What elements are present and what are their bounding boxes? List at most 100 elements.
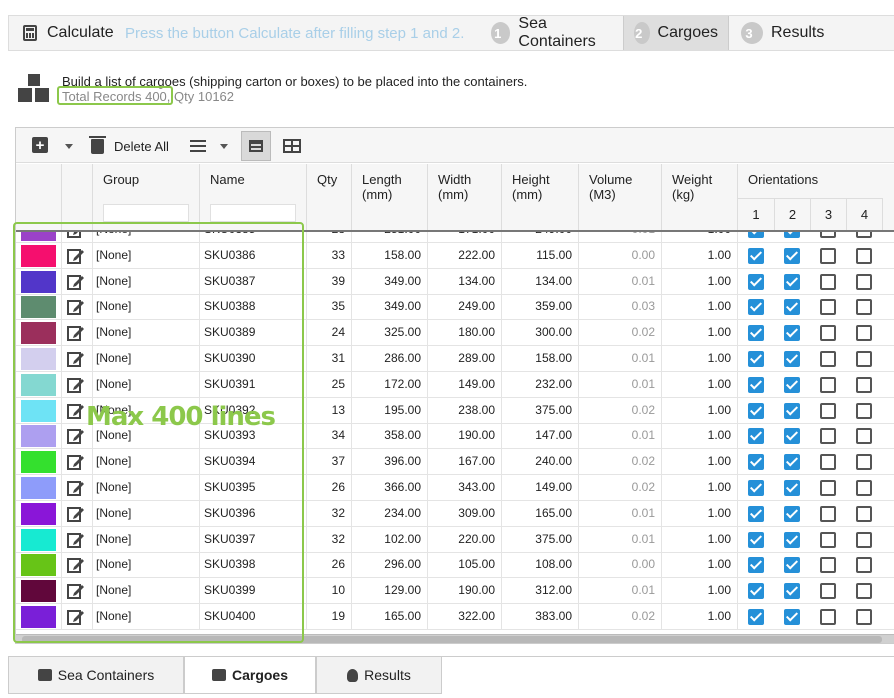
header-width[interactable]: Width (mm) [428, 164, 502, 230]
orientation-2-checkbox[interactable] [784, 325, 800, 342]
volume-cell[interactable]: 0.03 [579, 294, 662, 320]
length-cell[interactable]: 286.00 [352, 346, 428, 371]
length-cell[interactable]: 165.00 [352, 604, 428, 629]
weight-cell[interactable]: 1.00 [662, 552, 738, 578]
orientation-2-checkbox[interactable] [784, 557, 800, 574]
orientation-1-checkbox[interactable] [748, 531, 764, 548]
orientation-3-checkbox[interactable] [820, 273, 836, 290]
orientation-4-checkbox[interactable] [856, 583, 872, 600]
height-cell[interactable]: 147.00 [502, 423, 579, 449]
weight-cell[interactable]: 1.00 [662, 294, 738, 320]
volume-cell[interactable]: 0.00 [579, 552, 662, 578]
tab-sea-containers[interactable]: Sea Containers [8, 657, 184, 694]
orientation-3-checkbox[interactable] [820, 232, 836, 238]
orientation-4-checkbox[interactable] [856, 351, 872, 367]
weight-cell[interactable]: 1.00 [662, 242, 738, 268]
name-filter-input[interactable] [210, 204, 296, 222]
height-cell[interactable]: 232.00 [502, 371, 579, 397]
orientation-4-checkbox[interactable] [856, 247, 872, 264]
length-cell[interactable]: 296.00 [352, 552, 428, 578]
weight-cell[interactable]: 1.00 [662, 320, 738, 346]
header-length[interactable]: Length (mm) [352, 164, 428, 230]
length-cell[interactable]: 349.00 [352, 294, 428, 320]
orientation-3-checkbox[interactable] [820, 325, 836, 342]
qty-cell[interactable]: 34 [307, 423, 352, 449]
orientation-4-checkbox[interactable] [856, 402, 872, 419]
weight-cell[interactable]: 1.00 [662, 604, 738, 629]
orientation-3-checkbox[interactable] [820, 351, 836, 367]
header-qty[interactable]: Qty [307, 164, 352, 230]
width-cell[interactable]: 220.00 [428, 526, 502, 552]
orientation-1-checkbox[interactable] [748, 454, 764, 471]
orientation-4-checkbox[interactable] [856, 480, 872, 496]
volume-cell[interactable]: 0.02 [579, 475, 662, 500]
volume-cell[interactable]: 0.01 [579, 500, 662, 526]
width-cell[interactable]: 322.00 [428, 604, 502, 629]
orientation-1-checkbox[interactable] [748, 232, 764, 238]
orientation-4-checkbox[interactable] [856, 531, 872, 548]
width-cell[interactable]: 222.00 [428, 242, 502, 268]
height-cell[interactable]: 115.00 [502, 242, 579, 268]
width-cell[interactable]: 171.00 [428, 232, 502, 242]
orientation-3-checkbox[interactable] [820, 505, 836, 522]
orientation-4-checkbox[interactable] [856, 299, 872, 316]
qty-cell[interactable]: 35 [307, 294, 352, 320]
orientation-3-checkbox[interactable] [820, 583, 836, 600]
volume-cell[interactable]: 0.02 [579, 604, 662, 629]
height-cell[interactable]: 375.00 [502, 397, 579, 423]
length-cell[interactable]: 158.00 [352, 242, 428, 268]
length-cell[interactable]: 195.00 [352, 397, 428, 423]
volume-cell[interactable]: 0.01 [579, 578, 662, 604]
orientation-2-checkbox[interactable] [784, 376, 800, 393]
orientation-2-checkbox[interactable] [784, 583, 800, 600]
qty-cell[interactable]: 32 [307, 500, 352, 526]
qty-cell[interactable]: 31 [307, 346, 352, 371]
orientation-4-checkbox[interactable] [856, 232, 872, 238]
volume-cell[interactable]: 0.00 [579, 242, 662, 268]
qty-cell[interactable]: 26 [307, 552, 352, 578]
orientation-2-checkbox[interactable] [784, 402, 800, 419]
width-cell[interactable]: 190.00 [428, 423, 502, 449]
orientation-1-checkbox[interactable] [748, 609, 764, 625]
orientation-2-checkbox[interactable] [784, 351, 800, 367]
orientation-3-checkbox[interactable] [820, 402, 836, 419]
length-cell[interactable]: 396.00 [352, 449, 428, 475]
volume-cell[interactable]: 0.01 [579, 232, 662, 242]
volume-cell[interactable]: 0.01 [579, 371, 662, 397]
tab-cargoes[interactable]: Cargoes [184, 657, 316, 694]
orientation-1-checkbox[interactable] [748, 299, 764, 316]
orientation-2-checkbox[interactable] [784, 531, 800, 548]
orientation-4-checkbox[interactable] [856, 273, 872, 290]
delete-all-button[interactable]: Delete All [89, 133, 169, 159]
volume-cell[interactable]: 0.02 [579, 449, 662, 475]
height-cell[interactable]: 249.00 [502, 232, 579, 242]
height-cell[interactable]: 158.00 [502, 346, 579, 371]
volume-cell[interactable]: 0.01 [579, 268, 662, 294]
columns-menu-button[interactable] [190, 133, 228, 159]
list-view-button[interactable] [241, 131, 271, 161]
qty-cell[interactable]: 32 [307, 526, 352, 552]
orientation-4-checkbox[interactable] [856, 454, 872, 471]
orientation-1-checkbox[interactable] [748, 583, 764, 600]
orientation-3-checkbox[interactable] [820, 480, 836, 496]
height-cell[interactable]: 300.00 [502, 320, 579, 346]
width-cell[interactable]: 289.00 [428, 346, 502, 371]
height-cell[interactable]: 149.00 [502, 475, 579, 500]
width-cell[interactable]: 180.00 [428, 320, 502, 346]
orientation-3-checkbox[interactable] [820, 428, 836, 445]
height-cell[interactable]: 134.00 [502, 268, 579, 294]
qty-cell[interactable]: 26 [307, 475, 352, 500]
orientation-2-checkbox[interactable] [784, 480, 800, 496]
qty-cell[interactable]: 37 [307, 449, 352, 475]
orientation-1-checkbox[interactable] [748, 557, 764, 574]
orientation-3-checkbox[interactable] [820, 557, 836, 574]
length-cell[interactable]: 358.00 [352, 423, 428, 449]
orientation-3-checkbox[interactable] [820, 531, 836, 548]
weight-cell[interactable]: 1.00 [662, 578, 738, 604]
orientation-1-checkbox[interactable] [748, 376, 764, 393]
qty-cell[interactable]: 19 [307, 604, 352, 629]
add-menu-caret[interactable] [65, 143, 73, 149]
qty-cell[interactable]: 10 [307, 578, 352, 604]
weight-cell[interactable]: 1.00 [662, 475, 738, 500]
volume-cell[interactable]: 0.01 [579, 346, 662, 371]
